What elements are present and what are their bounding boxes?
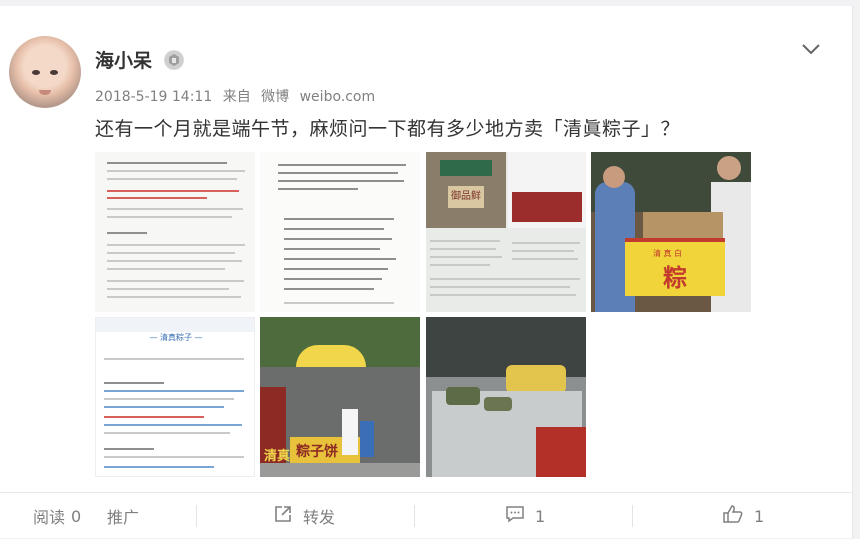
post-date[interactable]: 2018-5-19 14:11 bbox=[95, 89, 212, 105]
avatar-mouth bbox=[39, 90, 51, 95]
share-icon bbox=[273, 504, 293, 528]
vendor-sign: 粽 bbox=[663, 264, 687, 292]
read-label: 阅读 bbox=[33, 508, 66, 527]
weibo-post-card: 海小呆 2018-5-19 14:11 来自 微博 weibo.com 还有一个… bbox=[0, 6, 853, 538]
divider bbox=[632, 505, 633, 527]
shop-sign: 御品鲜 bbox=[448, 186, 484, 208]
image-thumbnail[interactable]: 清 真 白 粽 bbox=[591, 152, 751, 312]
source-app[interactable]: 微博 bbox=[261, 89, 289, 105]
post-text: 还有一个月就是端午节，麻烦问一下都有多少地方卖「清眞粽子」？ bbox=[95, 118, 681, 140]
image-thumbnail[interactable]: 粽子饼 清真 bbox=[260, 317, 420, 477]
promote-button[interactable]: 推广 bbox=[107, 493, 139, 539]
avatar-eye bbox=[50, 70, 58, 75]
source-site[interactable]: weibo.com bbox=[300, 89, 376, 105]
chevron-down-icon[interactable] bbox=[800, 38, 822, 60]
repost-button[interactable]: 转发 bbox=[273, 493, 335, 539]
image-thumbnail[interactable] bbox=[95, 152, 255, 312]
avatar[interactable] bbox=[9, 36, 81, 108]
like-button[interactable]: 1 bbox=[722, 493, 764, 539]
like-icon bbox=[722, 504, 744, 528]
page-header-text: — 清真粽子 — bbox=[149, 333, 203, 342]
image-thumbnail[interactable] bbox=[260, 152, 420, 312]
read-count: 阅读 0 bbox=[33, 493, 81, 539]
store-sign: 粽子饼 bbox=[296, 444, 338, 460]
promote-label: 推广 bbox=[107, 508, 140, 527]
store-sign-vertical: 清真 bbox=[264, 449, 291, 464]
post-actions-bar: 阅读 0 推广 转发 1 1 bbox=[0, 492, 852, 539]
avatar-eye bbox=[32, 70, 40, 75]
comment-button[interactable]: 1 bbox=[505, 493, 545, 539]
author-name[interactable]: 海小呆 bbox=[95, 46, 152, 73]
image-thumbnail[interactable]: 御品鲜 bbox=[426, 152, 586, 312]
image-thumbnail[interactable]: — 清真粽子 — bbox=[95, 317, 255, 477]
vip-badge-icon bbox=[164, 50, 184, 70]
comment-count: 1 bbox=[535, 506, 546, 526]
post-meta: 2018-5-19 14:11 来自 微博 weibo.com bbox=[95, 86, 381, 106]
source-prefix: 来自 bbox=[222, 89, 251, 105]
divider bbox=[196, 505, 197, 527]
repost-label: 转发 bbox=[303, 508, 336, 527]
comment-icon bbox=[505, 504, 525, 528]
divider bbox=[414, 505, 415, 527]
like-count: 1 bbox=[754, 506, 765, 526]
read-count-value: 0 bbox=[71, 506, 82, 526]
image-thumbnail[interactable] bbox=[426, 317, 586, 477]
